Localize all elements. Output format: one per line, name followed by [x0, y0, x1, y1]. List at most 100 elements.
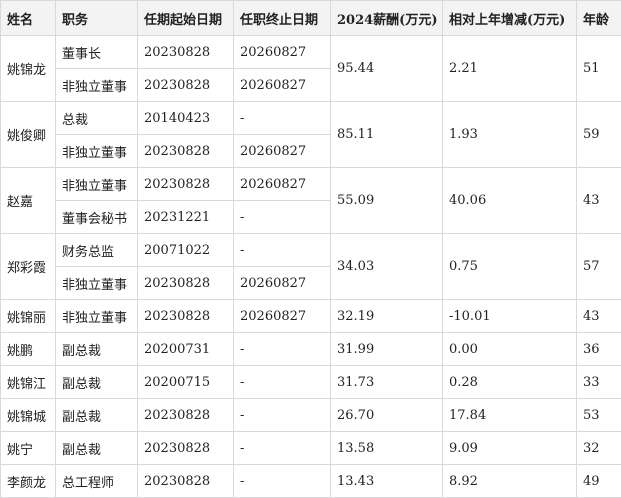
salary-cell: 13.58 — [331, 432, 443, 465]
age-cell: 49 — [577, 465, 621, 498]
person-name: 赵嘉 — [1, 168, 56, 234]
term-end-cell: 20260827 — [234, 267, 331, 300]
position-cell: 副总裁 — [56, 432, 138, 465]
change-cell: 8.92 — [443, 465, 577, 498]
salary-cell: 85.11 — [331, 102, 443, 168]
salary-cell: 34.03 — [331, 234, 443, 300]
term-end-cell: - — [234, 234, 331, 267]
salary-table: 姓名 职务 任期起始日期 任职终止日期 2024薪酬(万元) 相对上年增减(万元… — [0, 0, 621, 498]
table-body: 姚锦龙 董事长 20230828 20260827 95.44 2.21 51 … — [1, 36, 621, 498]
change-cell: 9.09 — [443, 432, 577, 465]
person-name: 李颜龙 — [1, 465, 56, 498]
term-end-cell: 20260827 — [234, 168, 331, 201]
table-row: 姚鹏 副总裁 20200731 - 31.99 0.00 36 — [1, 333, 621, 366]
position-cell: 总裁 — [56, 102, 138, 135]
term-end-cell: - — [234, 102, 331, 135]
term-start-cell: 20230828 — [138, 69, 234, 102]
term-end-cell: 20260827 — [234, 36, 331, 69]
person-name: 姚锦城 — [1, 399, 56, 432]
term-start-cell: 20200731 — [138, 333, 234, 366]
person-name: 姚锦江 — [1, 366, 56, 399]
term-start-cell: 20231221 — [138, 201, 234, 234]
header-term-end: 任职终止日期 — [234, 1, 331, 36]
table-row: 姚宁 副总裁 20230828 - 13.58 9.09 32 — [1, 432, 621, 465]
person-name: 姚鹏 — [1, 333, 56, 366]
header-row: 姓名 职务 任期起始日期 任职终止日期 2024薪酬(万元) 相对上年增减(万元… — [1, 1, 621, 36]
change-cell: 17.84 — [443, 399, 577, 432]
age-cell: 57 — [577, 234, 621, 300]
term-end-cell: 20260827 — [234, 69, 331, 102]
position-cell: 副总裁 — [56, 399, 138, 432]
position-cell: 副总裁 — [56, 333, 138, 366]
header-position: 职务 — [56, 1, 138, 36]
position-cell: 总工程师 — [56, 465, 138, 498]
term-start-cell: 20230828 — [138, 399, 234, 432]
term-start-cell: 20230828 — [138, 168, 234, 201]
position-cell: 非独立董事 — [56, 267, 138, 300]
age-cell: 43 — [577, 168, 621, 234]
term-end-cell: 20260827 — [234, 300, 331, 333]
age-cell: 53 — [577, 399, 621, 432]
table-row: 姚锦龙 董事长 20230828 20260827 95.44 2.21 51 — [1, 36, 621, 69]
age-cell: 43 — [577, 300, 621, 333]
term-end-cell: - — [234, 333, 331, 366]
table-row: 姚锦丽 非独立董事 20230828 20260827 32.19 -10.01… — [1, 300, 621, 333]
age-cell: 36 — [577, 333, 621, 366]
change-cell: 40.06 — [443, 168, 577, 234]
position-cell: 非独立董事 — [56, 135, 138, 168]
change-cell: -10.01 — [443, 300, 577, 333]
age-cell: 59 — [577, 102, 621, 168]
salary-cell: 31.73 — [331, 366, 443, 399]
salary-cell: 26.70 — [331, 399, 443, 432]
person-name: 姚俊卿 — [1, 102, 56, 168]
term-start-cell: 20230828 — [138, 465, 234, 498]
term-start-cell: 20230828 — [138, 36, 234, 69]
position-cell: 董事会秘书 — [56, 201, 138, 234]
term-start-cell: 20140423 — [138, 102, 234, 135]
position-cell: 非独立董事 — [56, 300, 138, 333]
term-start-cell: 20230828 — [138, 300, 234, 333]
term-start-cell: 20071022 — [138, 234, 234, 267]
table-row: 姚锦城 副总裁 20230828 - 26.70 17.84 53 — [1, 399, 621, 432]
header-change: 相对上年增减(万元) — [443, 1, 577, 36]
age-cell: 33 — [577, 366, 621, 399]
age-cell: 51 — [577, 36, 621, 102]
change-cell: 1.93 — [443, 102, 577, 168]
position-cell: 董事长 — [56, 36, 138, 69]
header-age: 年龄 — [577, 1, 621, 36]
salary-cell: 31.99 — [331, 333, 443, 366]
age-cell: 32 — [577, 432, 621, 465]
position-cell: 非独立董事 — [56, 168, 138, 201]
table-row: 姚俊卿 总裁 20140423 - 85.11 1.93 59 — [1, 102, 621, 135]
header-name: 姓名 — [1, 1, 56, 36]
table-row: 李颜龙 总工程师 20230828 - 13.43 8.92 49 — [1, 465, 621, 498]
term-end-cell: - — [234, 432, 331, 465]
term-end-cell: - — [234, 201, 331, 234]
term-end-cell: 20260827 — [234, 135, 331, 168]
change-cell: 0.00 — [443, 333, 577, 366]
position-cell: 副总裁 — [56, 366, 138, 399]
term-end-cell: - — [234, 465, 331, 498]
term-start-cell: 20230828 — [138, 432, 234, 465]
salary-cell: 32.19 — [331, 300, 443, 333]
term-start-cell: 20200715 — [138, 366, 234, 399]
position-cell: 财务总监 — [56, 234, 138, 267]
person-name: 郑彩霞 — [1, 234, 56, 300]
table-row: 郑彩霞 财务总监 20071022 - 34.03 0.75 57 — [1, 234, 621, 267]
table-row: 姚锦江 副总裁 20200715 - 31.73 0.28 33 — [1, 366, 621, 399]
change-cell: 0.75 — [443, 234, 577, 300]
person-name: 姚锦龙 — [1, 36, 56, 102]
header-salary: 2024薪酬(万元) — [331, 1, 443, 36]
term-end-cell: - — [234, 399, 331, 432]
person-name: 姚锦丽 — [1, 300, 56, 333]
salary-cell: 95.44 — [331, 36, 443, 102]
salary-cell: 13.43 — [331, 465, 443, 498]
change-cell: 2.21 — [443, 36, 577, 102]
person-name: 姚宁 — [1, 432, 56, 465]
position-cell: 非独立董事 — [56, 69, 138, 102]
table-row: 赵嘉 非独立董事 20230828 20260827 55.09 40.06 4… — [1, 168, 621, 201]
term-start-cell: 20230828 — [138, 135, 234, 168]
header-term-start: 任期起始日期 — [138, 1, 234, 36]
term-start-cell: 20230828 — [138, 267, 234, 300]
change-cell: 0.28 — [443, 366, 577, 399]
